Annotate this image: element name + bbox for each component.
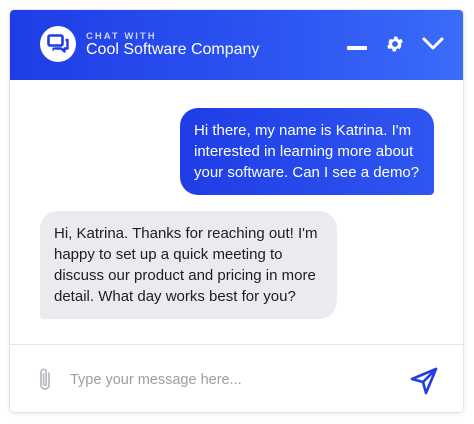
- attach-button[interactable]: [34, 366, 56, 394]
- send-icon: [410, 367, 438, 395]
- chat-widget: CHAT WITH Cool Software Company Hi there…: [10, 10, 463, 412]
- gear-icon: [387, 36, 403, 52]
- message-list[interactable]: Hi there, my name is Katrina. I'm intere…: [10, 80, 463, 344]
- collapse-button[interactable]: [421, 32, 445, 56]
- chevron-down-icon: [422, 37, 444, 50]
- header-actions: [345, 32, 445, 56]
- minimize-button[interactable]: [345, 32, 369, 56]
- chat-header: CHAT WITH Cool Software Company: [10, 10, 463, 80]
- message-input[interactable]: [70, 365, 390, 395]
- message-composer: [10, 344, 463, 412]
- send-button[interactable]: [409, 366, 439, 396]
- chat-bubbles-icon: [40, 26, 76, 62]
- minimize-icon: [347, 46, 367, 50]
- incoming-message: Hi, Katrina. Thanks for reaching out! I'…: [40, 211, 337, 319]
- outgoing-message: Hi there, my name is Katrina. I'm intere…: [180, 108, 434, 195]
- settings-button[interactable]: [383, 32, 407, 56]
- company-title: Cool Software Company: [86, 41, 260, 58]
- paperclip-icon: [40, 368, 50, 390]
